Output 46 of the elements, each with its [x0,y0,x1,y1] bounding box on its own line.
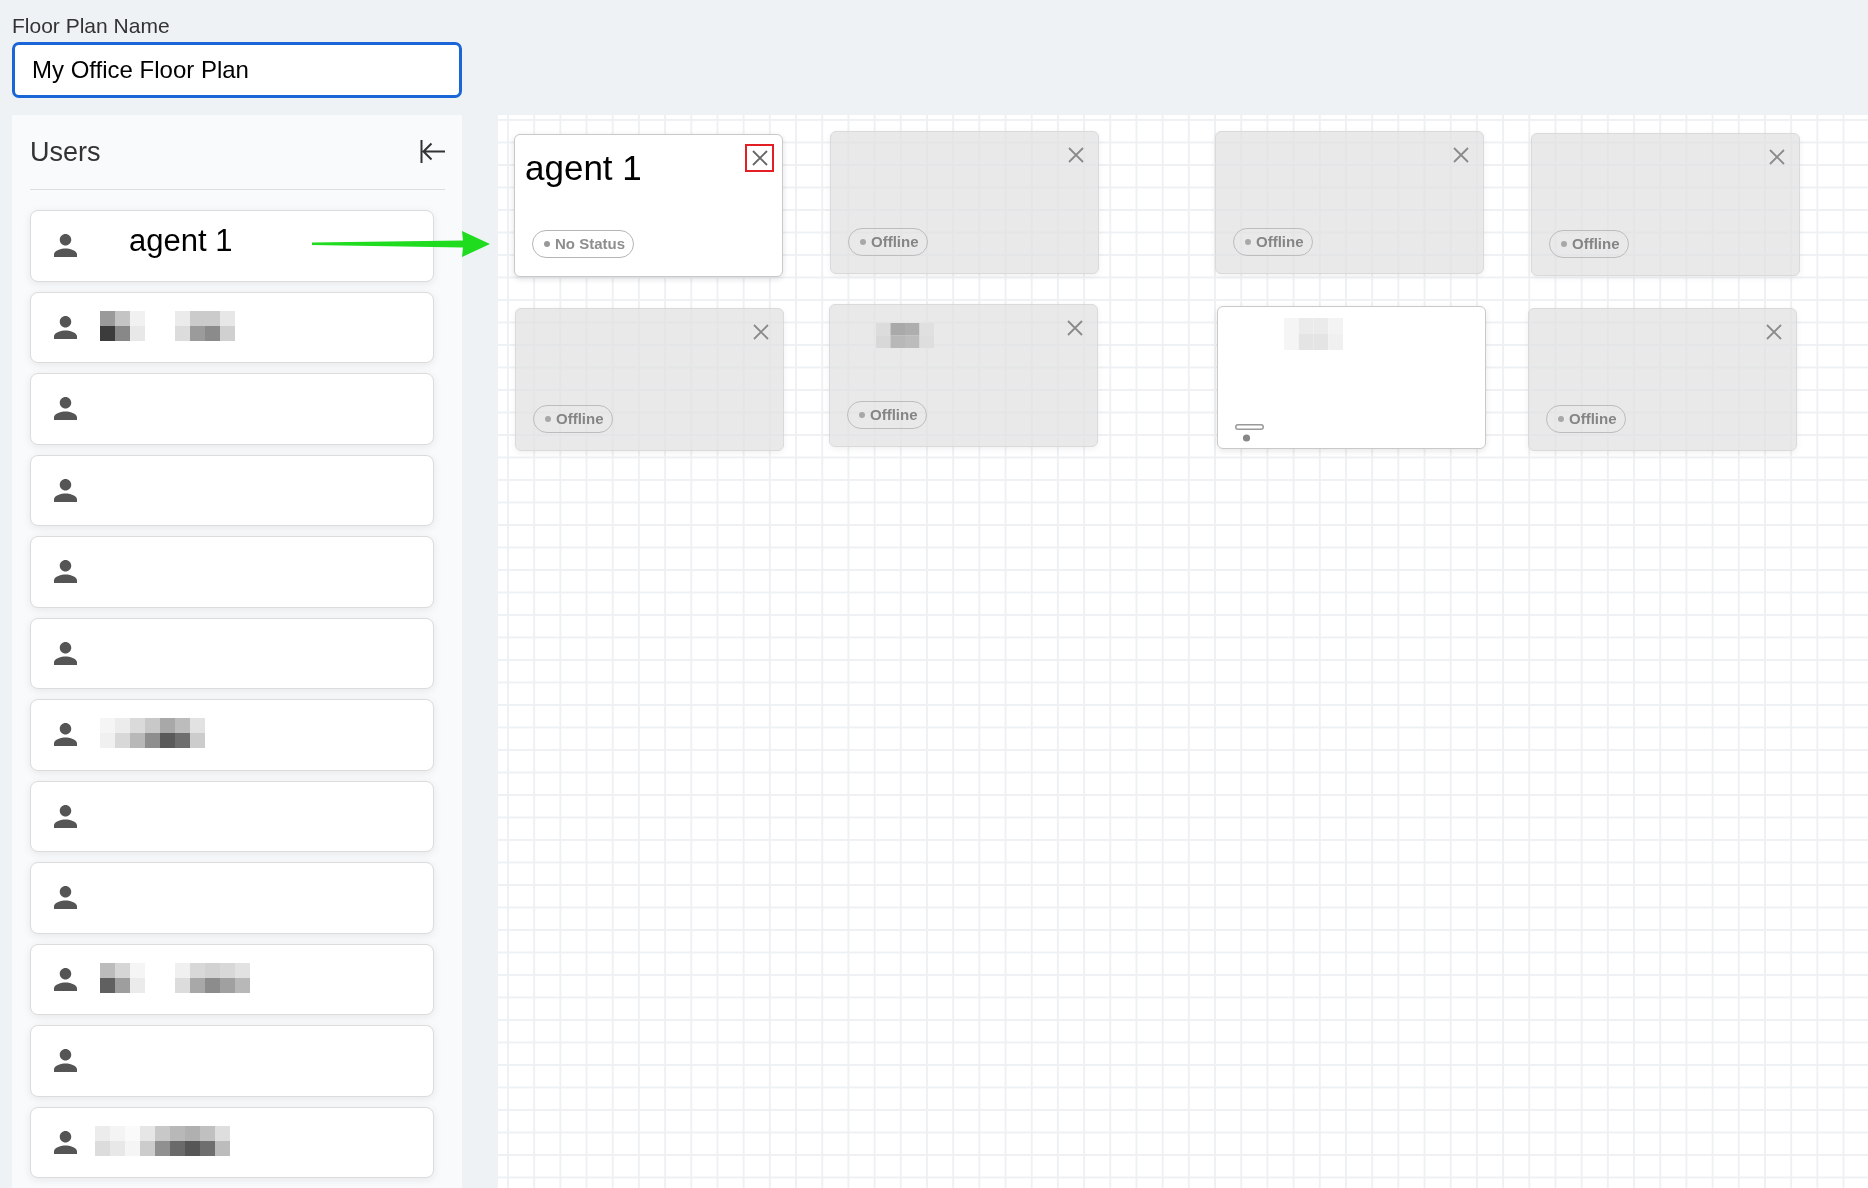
close-icon [752,323,769,340]
user-card[interactable] [30,699,434,771]
status-text: Offline [1572,233,1620,254]
status-dot-icon [860,239,866,245]
status-text: Offline [1569,408,1617,429]
mini-status-icon [1235,424,1264,442]
person-icon [54,560,77,584]
status-text: No Status [555,233,625,254]
field-label: Floor Plan Name [12,14,170,38]
person-icon [54,478,77,502]
close-icon [1066,319,1083,336]
close-icon [1765,323,1782,340]
person-icon [54,234,77,258]
person-icon [54,1130,77,1154]
person-icon [54,967,77,991]
person-icon [54,804,77,828]
status-dot-icon [1561,241,1567,247]
user-card[interactable] [30,1106,434,1178]
agent-name: agent 1 [525,148,642,188]
status-text: Offline [870,404,918,425]
user-card[interactable] [30,291,434,363]
user-card[interactable] [30,943,434,1015]
status-dot-icon [1558,416,1564,422]
panel-title: Users [30,135,101,169]
status-text: Offline [556,408,604,429]
person-icon [54,886,77,910]
person-icon [54,1049,77,1073]
floor-plan-name-input[interactable]: My Office Floor Plan [12,42,462,98]
person-icon [54,723,77,747]
close-button[interactable] [745,143,774,172]
person-icon [54,397,77,421]
close-icon [1067,146,1084,163]
status-dot-icon [545,416,551,422]
collapse-button[interactable] [420,138,445,164]
person-icon [54,315,77,339]
close-icon [1452,146,1469,163]
status-text: Offline [1256,231,1304,252]
arrow-left-bar-icon [420,138,445,164]
status-dot-icon [859,412,865,418]
status-dot-icon [544,241,550,247]
user-card[interactable]: agent 1 [30,210,434,282]
close-icon [751,149,768,166]
close-icon [1768,148,1785,165]
status-text: Offline [871,231,919,252]
person-icon [54,641,77,665]
status-dot-icon [1245,239,1251,245]
